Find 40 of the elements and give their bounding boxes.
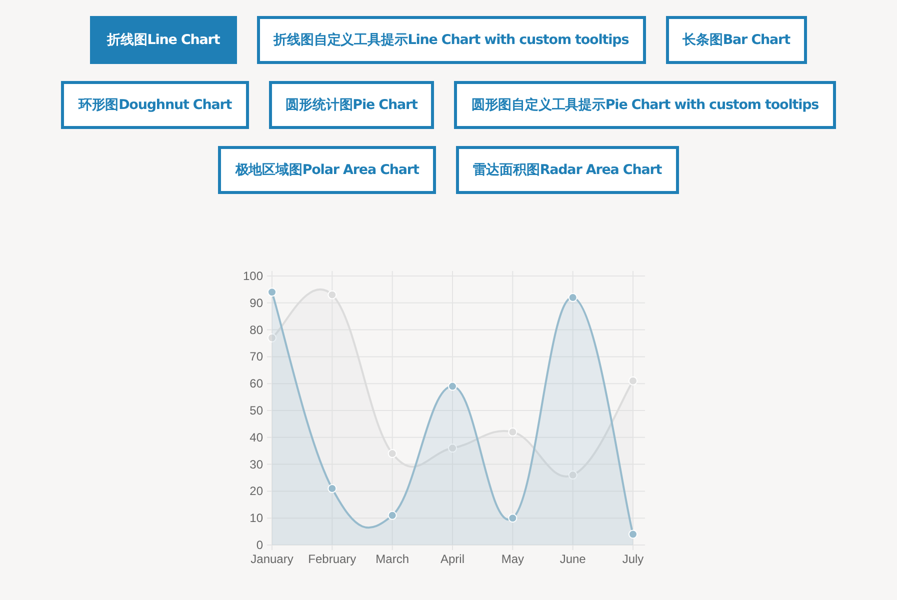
chart-type-button[interactable]: 长条图Bar Chart (666, 16, 807, 64)
y-axis-label: 30 (249, 457, 262, 472)
point (267, 333, 276, 342)
point (508, 514, 517, 523)
chart-type-button[interactable]: 圆形图自定义工具提示Pie Chart with custom tooltips (454, 81, 836, 129)
chart-type-button[interactable]: 折线图自定义工具提示Line Chart with custom tooltips (256, 16, 646, 64)
chart-type-button[interactable]: 环形图Doughnut Chart (61, 81, 249, 129)
chart-type-button[interactable]: 折线图Line Chart (90, 16, 237, 64)
point (568, 470, 577, 480)
x-axis-label: June (559, 552, 586, 566)
point (387, 510, 396, 520)
x-axis-label: January (250, 552, 293, 566)
y-axis-label: 100 (242, 269, 262, 283)
point (327, 290, 336, 300)
y-axis-label: 10 (249, 511, 262, 526)
y-axis-label: 70 (249, 350, 262, 364)
point (628, 376, 637, 386)
point (628, 530, 637, 539)
chart-type-button[interactable]: 圆形统计图Pie Chart (268, 81, 434, 129)
point (448, 444, 456, 453)
x-axis-label: July (622, 552, 644, 566)
y-axis-label: 60 (249, 376, 262, 391)
x-axis-label: March (375, 552, 408, 566)
x-axis-label: April (440, 552, 464, 566)
point (568, 293, 577, 302)
chart-type-button[interactable]: 雷达面积图Radar Area Chart (456, 146, 679, 194)
x-axis-label: February (308, 552, 356, 566)
y-axis-label: 50 (249, 404, 262, 418)
point (327, 484, 336, 494)
y-axis-label: 20 (249, 484, 262, 498)
y-axis-label: 0 (256, 538, 262, 552)
chart-type-button[interactable]: 极地区域图Polar Area Chart (218, 146, 436, 194)
point (508, 428, 517, 437)
y-axis-label: 90 (249, 296, 262, 310)
point (448, 382, 456, 391)
point (387, 449, 396, 458)
y-axis-label: 40 (249, 430, 262, 444)
point (267, 288, 276, 297)
y-axis-label: 80 (249, 322, 262, 337)
x-axis-label: May (500, 552, 524, 566)
